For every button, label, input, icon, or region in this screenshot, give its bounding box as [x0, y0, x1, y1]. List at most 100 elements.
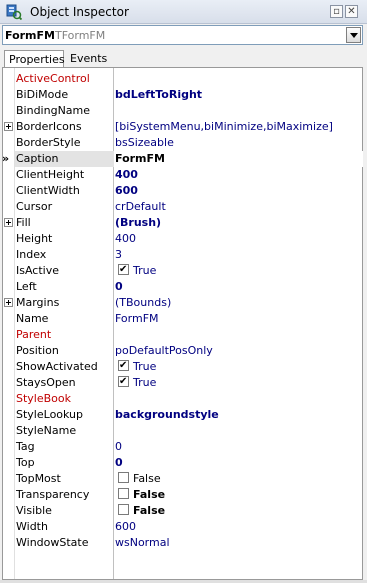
- property-row[interactable]: Index 3: [3, 247, 362, 263]
- checkbox-label: False: [133, 504, 166, 517]
- property-row[interactable]: Parent: [3, 327, 362, 343]
- property-row[interactable]: Left 0: [3, 279, 362, 295]
- checkbox-label: False: [133, 488, 166, 501]
- property-row[interactable]: Name FormFM: [3, 311, 362, 327]
- property-value[interactable]: (TBounds): [114, 295, 363, 311]
- checkbox[interactable]: [118, 472, 129, 483]
- value-text: backgroundstyle: [115, 408, 219, 421]
- property-row[interactable]: WindowState wsNormal: [3, 535, 362, 551]
- property-name: BorderIcons: [16, 120, 82, 133]
- property-value[interactable]: bdLeftToRight: [114, 87, 363, 103]
- property-name: ActiveControl: [16, 72, 90, 85]
- pin-icon[interactable]: ▫: [330, 5, 343, 18]
- property-value[interactable]: FormFM: [114, 311, 363, 327]
- property-row[interactable]: StaysOpen True: [3, 375, 362, 391]
- property-value[interactable]: bsSizeable: [114, 135, 363, 151]
- property-row[interactable]: Top 0: [3, 455, 362, 471]
- property-value[interactable]: (Brush): [114, 215, 363, 231]
- property-row[interactable]: ClientHeight 400: [3, 167, 362, 183]
- property-row[interactable]: StyleName: [3, 423, 362, 439]
- property-row[interactable]: » Caption FormFM: [2, 151, 363, 167]
- plus-icon[interactable]: [4, 298, 13, 307]
- property-value[interactable]: 400: [114, 167, 363, 183]
- property-value[interactable]: backgroundstyle: [114, 407, 363, 423]
- close-icon[interactable]: ✕: [345, 5, 358, 18]
- property-row[interactable]: TopMost False: [3, 471, 362, 487]
- property-name: Index: [16, 248, 47, 261]
- checkbox[interactable]: [118, 359, 129, 374]
- property-row[interactable]: StyleBook: [3, 391, 362, 407]
- property-value[interactable]: 3: [114, 247, 363, 263]
- property-value[interactable]: True: [114, 375, 363, 391]
- property-value[interactable]: False: [114, 503, 363, 519]
- property-value[interactable]: crDefault: [114, 199, 363, 215]
- property-row[interactable]: ActiveControl: [3, 71, 362, 87]
- checkbox-label: True: [133, 264, 157, 277]
- property-value[interactable]: False: [114, 487, 363, 503]
- property-name: Tag: [16, 440, 35, 453]
- property-value[interactable]: 0: [114, 279, 363, 295]
- property-value[interactable]: [114, 423, 363, 439]
- checkbox[interactable]: [118, 504, 129, 515]
- property-value[interactable]: 0: [114, 455, 363, 471]
- property-row[interactable]: ClientWidth 600: [3, 183, 362, 199]
- property-value[interactable]: 600: [114, 183, 363, 199]
- checkbox-label: True: [133, 360, 157, 373]
- checkbox[interactable]: [118, 375, 129, 390]
- checkbox[interactable]: [118, 263, 129, 278]
- chevron-down-icon[interactable]: [346, 27, 361, 43]
- property-row[interactable]: StyleLookup backgroundstyle: [3, 407, 362, 423]
- property-row[interactable]: BindingName: [3, 103, 362, 119]
- property-name: Left: [16, 280, 37, 293]
- value-text: crDefault: [115, 200, 166, 213]
- property-value[interactable]: [114, 71, 363, 87]
- value-text: bsSizeable: [115, 136, 174, 149]
- property-row[interactable]: Width 600: [3, 519, 362, 535]
- property-value[interactable]: True: [114, 359, 363, 375]
- property-row[interactable]: Tag 0: [3, 439, 362, 455]
- property-name: Cursor: [16, 200, 53, 213]
- property-name: Visible: [16, 504, 52, 517]
- property-value[interactable]: [biSystemMenu,biMinimize,biMaximize]: [114, 119, 363, 135]
- tab-events[interactable]: Events: [66, 50, 110, 67]
- property-value[interactable]: 400: [114, 231, 363, 247]
- plus-icon[interactable]: [4, 218, 13, 227]
- property-name: ClientWidth: [16, 184, 80, 197]
- object-selector[interactable]: FormFM TFormFM: [2, 25, 363, 45]
- checkbox[interactable]: [118, 488, 129, 499]
- property-value[interactable]: poDefaultPosOnly: [114, 343, 363, 359]
- property-name: Name: [16, 312, 49, 325]
- property-row[interactable]: BiDiMode bdLeftToRight: [3, 87, 362, 103]
- property-value[interactable]: True: [114, 263, 363, 279]
- plus-icon[interactable]: [4, 122, 13, 131]
- value-text: poDefaultPosOnly: [115, 344, 213, 357]
- property-value[interactable]: [114, 391, 363, 407]
- value-text: (Brush): [115, 216, 162, 229]
- value-text: 0: [115, 456, 123, 469]
- property-row[interactable]: Cursor crDefault: [3, 199, 362, 215]
- property-row[interactable]: Margins (TBounds): [3, 295, 362, 311]
- property-value[interactable]: FormFM: [114, 151, 363, 167]
- property-row[interactable]: BorderStyle bsSizeable: [3, 135, 362, 151]
- property-value[interactable]: False: [114, 471, 363, 487]
- property-row[interactable]: ShowActivated True: [3, 359, 362, 375]
- property-row[interactable]: Position poDefaultPosOnly: [3, 343, 362, 359]
- property-value[interactable]: 600: [114, 519, 363, 535]
- property-row[interactable]: Fill (Brush): [3, 215, 362, 231]
- value-text: bdLeftToRight: [115, 88, 203, 101]
- property-value[interactable]: wsNormal: [114, 535, 363, 551]
- property-name: Margins: [16, 296, 60, 309]
- property-row[interactable]: Visible False: [3, 503, 362, 519]
- property-row[interactable]: BorderIcons [biSystemMenu,biMinimize,biMa…: [3, 119, 362, 135]
- property-value[interactable]: [114, 103, 363, 119]
- property-value[interactable]: [114, 327, 363, 343]
- object-inspector-icon: [6, 4, 22, 20]
- value-text: wsNormal: [115, 536, 170, 549]
- property-row[interactable]: IsActive True: [3, 263, 362, 279]
- property-row[interactable]: Height 400: [3, 231, 362, 247]
- property-name: Caption: [15, 151, 114, 167]
- property-value[interactable]: 0: [114, 439, 363, 455]
- value-text: 600: [115, 520, 136, 533]
- property-row[interactable]: Transparency False: [3, 487, 362, 503]
- tab-properties[interactable]: Properties: [4, 50, 65, 67]
